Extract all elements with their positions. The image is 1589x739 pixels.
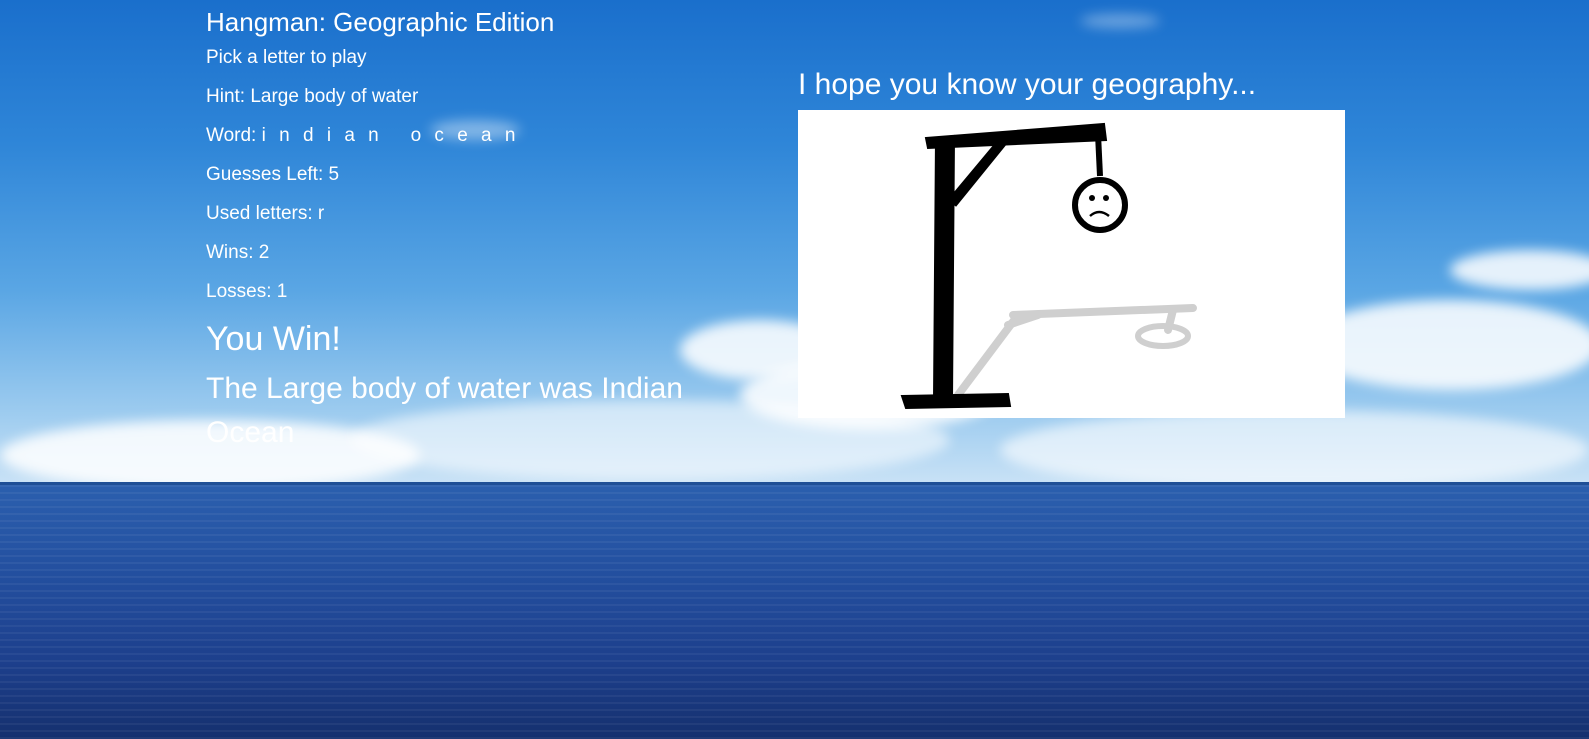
result-title: You Win! (206, 320, 341, 358)
hint-text: Hint: Large body of water (206, 86, 419, 107)
used-letters-text: Used letters: r (206, 203, 325, 224)
gallows-drawing (900, 122, 1197, 410)
tagline-text: I hope you know your geography... (798, 68, 1257, 101)
cloud (1000, 410, 1589, 484)
hangman-head (1072, 177, 1128, 233)
sea-background (0, 485, 1589, 739)
instruction-text: Pick a letter to play (206, 47, 367, 68)
page-title: Hangman: Geographic Edition (206, 7, 555, 37)
word-display: Word: i n d i a n o c e a n (206, 124, 726, 148)
gallows-shadow (954, 304, 1197, 399)
wins-counter: Wins: 2 (206, 242, 270, 263)
game-info-panel: Hangman: Geographic Edition Pick a lette… (206, 6, 726, 455)
word-label: Word: (206, 125, 257, 146)
word-value: i n d i a n o c e a n (261, 125, 520, 146)
gallows-image (798, 110, 1345, 418)
cloud (1080, 14, 1160, 28)
guesses-left-text: Guesses Left: 5 (206, 164, 340, 185)
gallows-structure (900, 122, 1108, 410)
result-message: The Large body of water was Indian Ocean (206, 372, 683, 449)
losses-counter: Losses: 1 (206, 281, 288, 302)
gallows-panel: I hope you know your geography... (798, 66, 1345, 418)
cloud (1450, 250, 1589, 290)
